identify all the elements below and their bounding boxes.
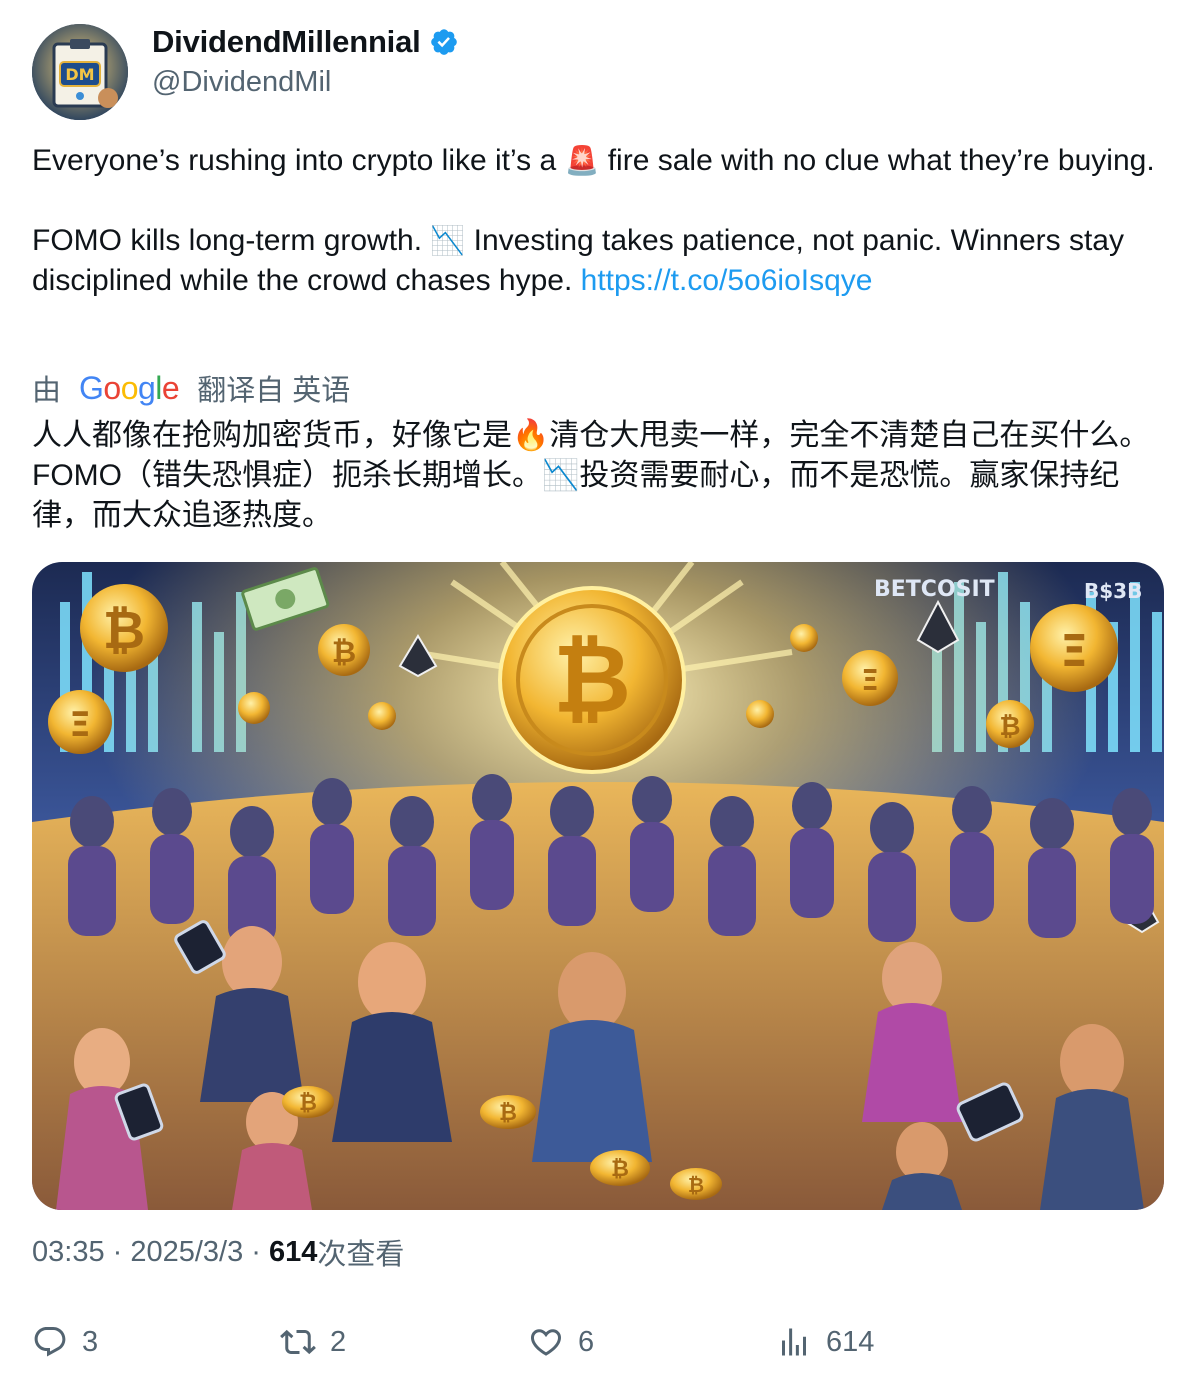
svg-text:Ξ: Ξ [861, 664, 879, 697]
tweet-date[interactable]: 2025/3/3 [130, 1236, 243, 1269]
svg-text:₿: ₿ [611, 1157, 629, 1182]
tweet-paragraph-1: Everyone’s rushing into crypto like it’s… [32, 141, 1164, 181]
svg-text:₿: ₿ [332, 635, 356, 670]
translated-text: 人人都像在抢购加密货币，好像它是🔥清仓大甩卖一样，完全不清楚自己在买什么。 FO… [32, 419, 1150, 532]
google-logo-icon: Google [79, 369, 180, 406]
tweet-time[interactable]: 03:35 [32, 1236, 105, 1269]
heart-icon [530, 1329, 562, 1356]
svg-text:₿: ₿ [553, 623, 631, 735]
views-button[interactable]: 614 [776, 1314, 874, 1370]
tweet-link[interactable]: https://t.co/5o6ioIsqye [581, 264, 873, 297]
avatar-initials: DM [65, 65, 94, 84]
media-sign-right: B$3B [1084, 579, 1142, 603]
meta-separator: · [243, 1235, 270, 1268]
views-count: 614 [269, 1235, 318, 1268]
svg-text:₿: ₿ [499, 1101, 517, 1126]
tweet-text-segment: fire sale with no clue what they’re buyi… [599, 144, 1155, 177]
like-button[interactable]: 6 [528, 1314, 594, 1370]
repost-button[interactable]: 2 [280, 1314, 346, 1370]
reply-count: 3 [82, 1325, 99, 1358]
tweet-media-image[interactable]: ₿ ₿ Ξ Ξ ₿ Ξ ₿ BETCOSIT B$3B ₿ ₿ ₿ ₿ [32, 562, 1164, 1210]
reply-button[interactable]: 3 [32, 1314, 98, 1370]
translation-attribution: 由 Google 翻译自 英语 [32, 366, 350, 410]
translation-suffix[interactable]: 翻译自 英语 [197, 367, 350, 409]
analytics-icon [782, 1328, 806, 1356]
tweet-meta: 03:35 · 2025/3/3 · 614 次查看 [32, 1232, 404, 1272]
like-count: 6 [578, 1325, 595, 1358]
media-sign-left: BETCOSIT [874, 577, 995, 602]
svg-text:₿: ₿ [103, 601, 145, 661]
views-action-count: 614 [826, 1325, 875, 1358]
svg-text:₿: ₿ [999, 712, 1020, 742]
handle[interactable]: @DividendMil [152, 66, 331, 99]
siren-emoji-icon: 🚨 [564, 144, 600, 177]
display-name[interactable]: DividendMillennial [152, 24, 421, 60]
avatar[interactable]: DM [32, 24, 128, 120]
repost-icon [280, 1329, 316, 1355]
svg-text:Ξ: Ξ [1060, 626, 1088, 677]
tweet-text-segment: Everyone’s rushing into crypto like it’s… [32, 144, 565, 177]
reply-icon [34, 1327, 66, 1357]
verified-badge-icon [430, 29, 457, 55]
tweet-paragraph-2: FOMO kills long-term growth. 📉 Investing… [32, 221, 1164, 301]
views-label: 次查看 [317, 1239, 405, 1271]
svg-text:Ξ: Ξ [69, 705, 90, 745]
repost-count: 2 [330, 1325, 347, 1358]
action-bar: 3 2 6 614 [32, 1314, 1164, 1370]
meta-separator: · [104, 1235, 131, 1268]
chart-decreasing-emoji-icon: 📉 [430, 224, 466, 257]
translation-prefix: 由 [32, 375, 62, 407]
tweet-text: Everyone’s rushing into crypto like it’s… [32, 141, 1164, 301]
svg-text:₿: ₿ [688, 1173, 704, 1197]
name-row: DividendMillennial [152, 24, 459, 60]
tweet-header: DM DividendMillennial @DividendMil [32, 24, 1164, 120]
svg-text:₿: ₿ [299, 1091, 317, 1116]
tweet-text-segment: FOMO kills long-term growth. [32, 224, 431, 257]
